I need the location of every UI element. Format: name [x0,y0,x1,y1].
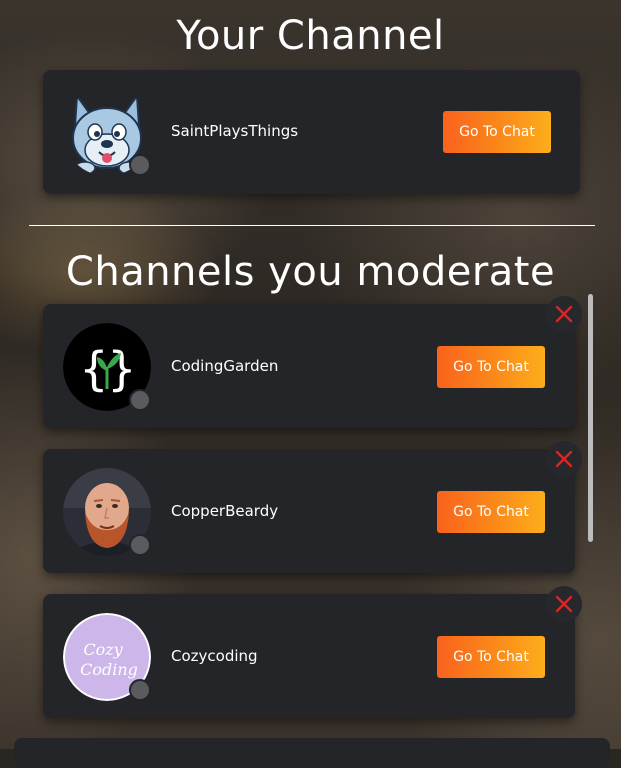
offline-status-dot [129,679,151,701]
offline-status-dot [129,534,151,556]
section-divider [29,225,595,226]
moderated-channel-card: { } CodingGarden Go To Chat [43,304,575,428]
go-to-chat-button[interactable]: Go To Chat [437,491,545,533]
svg-text:}: } [108,342,136,396]
own-channel-card: SaintPlaysThings Go To Chat [43,70,580,194]
channel-avatar: Cozy Coding [63,613,151,701]
moderated-channels-heading: Channels you moderate [65,249,556,295]
remove-channel-button[interactable] [546,296,582,332]
close-icon [555,595,573,613]
channel-name: SaintPlaysThings [171,122,299,140]
channel-avatar: { } [63,323,151,411]
close-icon [555,450,573,468]
go-to-chat-button[interactable]: Go To Chat [437,636,545,678]
channel-list-scrollbar[interactable] [588,294,594,714]
remove-channel-button[interactable] [546,586,582,622]
remove-channel-button[interactable] [546,441,582,477]
partial-card [14,738,610,768]
offline-status-dot [129,389,151,411]
close-icon [555,305,573,323]
channel-avatar [63,468,151,556]
channel-name: CopperBeardy [171,502,279,520]
channel-name: Cozycoding [171,647,258,665]
moderated-channel-card: CopperBeardy Go To Chat [43,449,575,573]
channel-name: CodingGarden [171,357,279,375]
offline-status-dot [129,154,151,176]
channel-avatar [63,88,151,176]
go-to-chat-button[interactable]: Go To Chat [437,346,545,388]
your-channel-heading: Your Channel [176,13,445,59]
go-to-chat-button[interactable]: Go To Chat [443,111,551,153]
moderated-channel-card: Cozy Coding Cozycoding Go To Chat [43,594,575,718]
scrollbar-thumb[interactable] [588,294,593,542]
channels-page: Your Channel SaintPlaysThings Go To Chat… [0,0,621,768]
